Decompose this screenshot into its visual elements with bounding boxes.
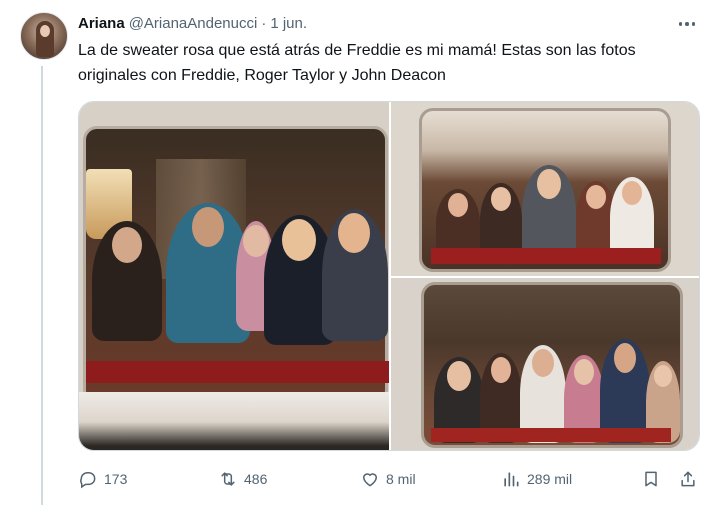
person [522, 165, 576, 259]
media-grid [78, 101, 700, 451]
reply-count: 173 [104, 471, 128, 487]
reply-button[interactable]: 173 [78, 466, 127, 492]
separator-dot: · [261, 14, 267, 32]
bookmark-icon [645, 471, 657, 487]
tweet-header: Ariana @ArianaAndenucci · 1 jun. [78, 12, 307, 34]
red-counter [431, 428, 671, 442]
more-icon[interactable] [676, 14, 698, 34]
like-count: 8 mil [386, 471, 416, 487]
repost-icon [221, 472, 235, 486]
photo-3[interactable] [391, 278, 699, 450]
author-name[interactable]: Ariana [78, 15, 125, 32]
share-button[interactable] [678, 466, 698, 492]
photo-2[interactable] [391, 102, 699, 276]
repost-button[interactable]: 486 [218, 466, 267, 492]
reply-icon [80, 472, 96, 489]
photo-frame [83, 126, 389, 404]
share-icon [681, 471, 695, 487]
tweet-date[interactable]: 1 jun. [270, 15, 307, 32]
person [322, 209, 388, 341]
red-counter [431, 248, 661, 264]
thread-line [41, 66, 43, 505]
person [92, 221, 162, 341]
photo-base [79, 392, 389, 450]
tweet-text: La de sweater rosa que está atrás de Fre… [78, 42, 636, 84]
bookmark-button[interactable] [641, 466, 661, 492]
repost-count: 486 [244, 471, 268, 487]
views-icon [504, 472, 519, 487]
like-icon [362, 473, 378, 487]
photo-frame [421, 282, 683, 448]
views-button[interactable]: 289 mil [501, 466, 572, 492]
person [610, 177, 654, 259]
avatar[interactable] [20, 12, 68, 60]
photo-1[interactable] [79, 102, 389, 450]
views-count: 289 mil [527, 471, 573, 487]
like-button[interactable]: 8 mil [360, 466, 416, 492]
action-bar: 173 486 8 mil 289 mil [78, 466, 700, 492]
author-handle[interactable]: @ArianaAndenucci [129, 15, 258, 32]
red-counter [86, 361, 389, 383]
avatar-face [40, 25, 50, 37]
